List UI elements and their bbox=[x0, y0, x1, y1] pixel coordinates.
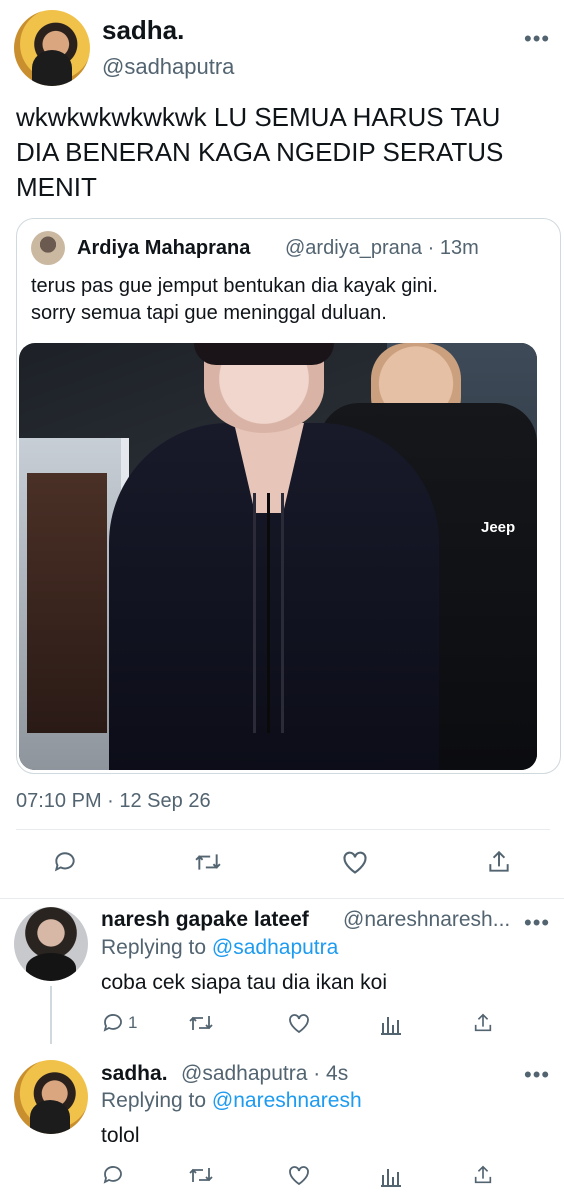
quote-text-line: sorry semua tapi gue meninggal duluan. bbox=[31, 302, 387, 324]
like-icon bbox=[289, 1014, 309, 1034]
photo-screen bbox=[27, 473, 107, 733]
like-button[interactable] bbox=[341, 849, 369, 875]
thread-connector bbox=[50, 986, 52, 1044]
reply-display-name[interactable]: naresh gapake lateef bbox=[101, 908, 309, 932]
analytics-icon bbox=[381, 1017, 401, 1035]
divider bbox=[0, 898, 564, 899]
retweet-button[interactable] bbox=[187, 1163, 215, 1187]
avatar[interactable] bbox=[14, 1060, 88, 1134]
share-button[interactable] bbox=[472, 1011, 494, 1035]
share-icon bbox=[474, 1013, 492, 1032]
replying-to-link[interactable]: @sadhaputra bbox=[212, 936, 338, 959]
share-button[interactable] bbox=[472, 1163, 494, 1187]
share-button[interactable] bbox=[486, 849, 512, 875]
divider bbox=[16, 829, 550, 830]
photo-hair bbox=[194, 343, 334, 365]
quote-text-line: terus pas gue jemput bentukan dia kayak … bbox=[31, 275, 438, 297]
replying-to-label: Replying to bbox=[101, 1089, 212, 1112]
reply-count: 1 bbox=[128, 1013, 138, 1032]
retweet-button[interactable] bbox=[187, 1011, 215, 1035]
reply-icon bbox=[54, 852, 75, 872]
reply-handle[interactable]: @nareshnaresh... bbox=[343, 908, 519, 932]
like-icon bbox=[289, 1166, 309, 1186]
retweet-icon bbox=[195, 854, 221, 870]
quoted-tweet[interactable]: Ardiya Mahaprana @ardiya_prana · 13m ter… bbox=[16, 218, 561, 774]
quote-avatar bbox=[31, 231, 65, 265]
retweet-button[interactable] bbox=[193, 849, 223, 875]
quote-display-name: Ardiya Mahaprana bbox=[77, 237, 251, 259]
analytics-button[interactable] bbox=[380, 1011, 402, 1035]
reply-button[interactable] bbox=[52, 849, 78, 875]
tweet-timestamp[interactable]: 07:10 PM · 12 Sep 26 bbox=[16, 790, 211, 813]
quote-photo[interactable]: Jeep bbox=[19, 343, 537, 770]
more-icon[interactable]: ••• bbox=[524, 26, 550, 52]
reply-display-name[interactable]: sadha. bbox=[101, 1062, 168, 1086]
replying-to-label: Replying to bbox=[101, 936, 212, 959]
reply-handle-time[interactable]: @sadhaputra · 4s bbox=[181, 1062, 348, 1086]
replying-to-link[interactable]: @nareshnaresh bbox=[212, 1089, 362, 1112]
like-button[interactable] bbox=[287, 1011, 311, 1035]
photo-jeep-logo: Jeep bbox=[481, 519, 516, 536]
display-name[interactable]: sadha. bbox=[102, 15, 184, 46]
share-icon bbox=[489, 850, 509, 872]
retweet-icon bbox=[189, 1016, 213, 1030]
quote-text: terus pas gue jemput bentukan dia kayak … bbox=[31, 273, 546, 327]
reply-icon bbox=[103, 1166, 122, 1184]
avatar[interactable] bbox=[14, 10, 90, 86]
replying-to: Replying to @nareshnaresh bbox=[101, 1089, 362, 1113]
retweet-icon bbox=[189, 1168, 213, 1182]
reply-icon bbox=[103, 1014, 122, 1032]
like-icon bbox=[343, 851, 367, 874]
share-icon bbox=[474, 1165, 492, 1184]
analytics-button[interactable] bbox=[380, 1163, 402, 1187]
more-icon[interactable]: ••• bbox=[524, 910, 550, 936]
analytics-icon bbox=[381, 1169, 401, 1187]
photo-lacing bbox=[267, 493, 270, 733]
tweet-text: wkwkwkwkwkwk LU SEMUA HARUS TAU DIA BENE… bbox=[16, 102, 504, 202]
replying-to: Replying to @sadhaputra bbox=[101, 936, 338, 960]
more-icon[interactable]: ••• bbox=[524, 1062, 550, 1088]
like-button[interactable] bbox=[287, 1163, 311, 1187]
reply-text: tolol bbox=[101, 1124, 140, 1147]
reply-button[interactable] bbox=[101, 1163, 125, 1187]
reply-button[interactable]: 1 bbox=[101, 1011, 137, 1035]
user-handle[interactable]: @sadhaputra bbox=[102, 54, 234, 80]
avatar[interactable] bbox=[14, 907, 88, 981]
reply-text: coba cek siapa tau dia ikan koi bbox=[101, 971, 388, 994]
quote-handle-time: @ardiya_prana · 13m bbox=[285, 237, 479, 259]
